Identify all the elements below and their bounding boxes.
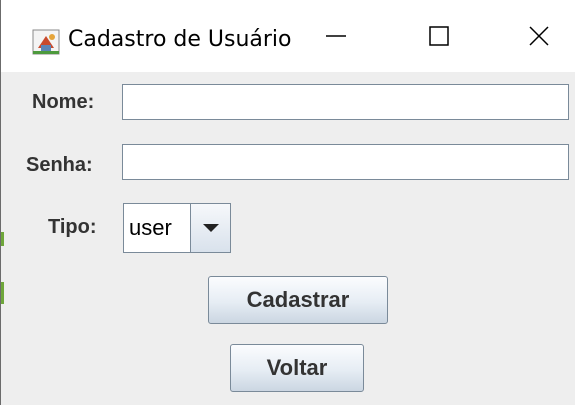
nome-input[interactable] <box>122 84 569 120</box>
register-window: Cadastro de Usuário Nome: Senha: Tipo: u… <box>0 0 575 405</box>
dropdown-arrow-button[interactable] <box>191 204 230 252</box>
cadastrar-button[interactable]: Cadastrar <box>208 276 388 324</box>
window-title: Cadastro de Usuário <box>68 27 292 52</box>
maximize-button[interactable] <box>404 0 474 72</box>
close-icon <box>529 26 549 46</box>
title-bar[interactable]: Cadastro de Usuário <box>1 0 575 72</box>
minimize-icon <box>326 35 346 37</box>
java-cup-icon <box>32 29 60 55</box>
maximize-icon <box>429 26 449 46</box>
nome-label: Nome: <box>32 91 95 113</box>
close-button[interactable] <box>504 0 574 72</box>
minimize-button[interactable] <box>301 0 371 72</box>
chevron-down-icon <box>202 224 219 232</box>
senha-input[interactable] <box>122 144 569 180</box>
voltar-button[interactable]: Voltar <box>230 344 364 392</box>
tipo-label: Tipo: <box>48 216 97 238</box>
edge-mark <box>1 232 4 246</box>
tipo-selected-value[interactable]: user <box>124 204 191 252</box>
tipo-select[interactable]: user <box>123 203 231 253</box>
senha-label: Senha: <box>26 154 93 176</box>
edge-mark <box>1 282 4 304</box>
